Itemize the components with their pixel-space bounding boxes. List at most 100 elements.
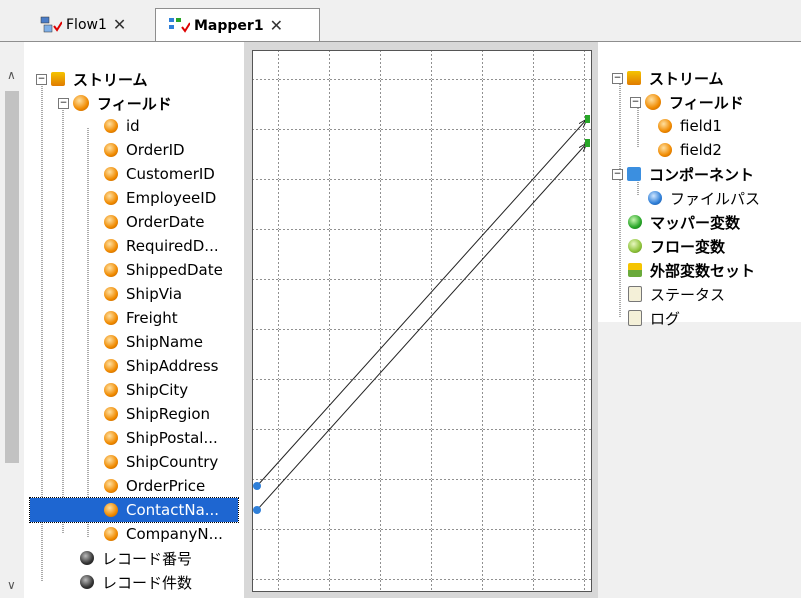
tree-node-label: RequiredD... bbox=[126, 237, 219, 255]
tree-node-fields[interactable]: − フィールド bbox=[58, 91, 172, 115]
tree-node-field[interactable]: ShippedDate bbox=[104, 258, 223, 282]
field-icon bbox=[104, 287, 118, 301]
tab-mapper1[interactable]: Mapper1 ✕ bbox=[155, 8, 320, 42]
tree-node-field[interactable]: ContactNa... bbox=[29, 497, 239, 523]
tree-node-field[interactable]: OrderPrice bbox=[104, 474, 205, 498]
tree-node-field[interactable]: ShipPostal... bbox=[104, 426, 218, 450]
tree-node-label: OrderDate bbox=[126, 213, 205, 231]
tree-node-external-variable-set[interactable]: 外部変数セット bbox=[628, 258, 755, 282]
record-number-icon bbox=[80, 551, 94, 565]
field-icon bbox=[104, 143, 118, 157]
tree-node-field[interactable]: ShipCountry bbox=[104, 450, 218, 474]
tree-node-label: レコード件数 bbox=[102, 573, 193, 592]
mapping-canvas bbox=[244, 42, 598, 598]
right-pane-empty-area bbox=[598, 322, 801, 598]
tree-node-field[interactable]: Freight bbox=[104, 306, 178, 330]
record-count-icon bbox=[80, 575, 94, 589]
field-icon bbox=[658, 119, 672, 133]
external-variable-set-icon bbox=[628, 263, 642, 277]
fields-icon bbox=[645, 94, 661, 110]
tree-node-status[interactable]: ステータス bbox=[628, 282, 725, 306]
close-icon[interactable]: ✕ bbox=[113, 15, 126, 34]
field-icon bbox=[104, 215, 118, 229]
puzzle-icon bbox=[627, 167, 641, 181]
source-port bbox=[253, 506, 261, 514]
file-path-icon bbox=[648, 191, 662, 205]
tree-node-label: ストリーム bbox=[73, 70, 148, 89]
tree-node-field[interactable]: OrderID bbox=[104, 138, 185, 162]
mapping-grid[interactable] bbox=[252, 50, 592, 592]
tree-node-stream[interactable]: − ストリーム bbox=[612, 66, 724, 90]
collapse-icon[interactable]: − bbox=[36, 73, 47, 85]
collapse-icon[interactable]: − bbox=[612, 72, 623, 84]
tree-node-field[interactable]: ShipCity bbox=[104, 378, 188, 402]
stream-icon bbox=[627, 71, 641, 85]
collapse-icon[interactable]: − bbox=[612, 168, 623, 180]
tree-node-field[interactable]: CompanyN... bbox=[104, 522, 223, 546]
tree-node-label: CustomerID bbox=[126, 165, 215, 183]
tab-bar: Flow1 ✕ Mapper1 ✕ bbox=[0, 0, 801, 42]
tree-node-label: id bbox=[126, 117, 140, 135]
tree-node-label: レコード番号 bbox=[102, 549, 193, 568]
tree-node-field[interactable]: OrderDate bbox=[104, 210, 204, 234]
tree-node-field[interactable]: ShipName bbox=[104, 330, 203, 354]
log-icon bbox=[628, 310, 642, 326]
tree-node-label: ShipCountry bbox=[126, 453, 219, 471]
field-icon bbox=[104, 479, 118, 493]
tree-node-label: ShipAddress bbox=[126, 357, 219, 375]
tree-node-field1[interactable]: field1 bbox=[658, 114, 722, 138]
tree-node-label: ログ bbox=[650, 309, 681, 328]
tree-node-file-path[interactable]: ファイルパス bbox=[648, 186, 760, 210]
tree-node-label: フロー変数 bbox=[650, 237, 726, 256]
target-port bbox=[585, 115, 590, 123]
tree-node-label: ShipPostal... bbox=[126, 429, 218, 447]
tree-node-label: OrderPrice bbox=[126, 477, 206, 495]
target-tree-pane: − ストリーム − フィールド field1 field2 − コンポーネント … bbox=[598, 42, 801, 598]
close-icon[interactable]: ✕ bbox=[270, 16, 283, 35]
collapse-icon[interactable]: − bbox=[630, 96, 641, 108]
tree-node-label: フィールド bbox=[669, 93, 744, 112]
tree-node-label: フィールド bbox=[97, 94, 172, 113]
tree-node-label: ShipRegion bbox=[126, 405, 211, 423]
tab-flow1[interactable]: Flow1 ✕ bbox=[30, 8, 156, 41]
tree-node-fields[interactable]: − フィールド bbox=[630, 90, 744, 114]
tree-node-flow-variable[interactable]: フロー変数 bbox=[628, 234, 725, 258]
field-icon bbox=[658, 143, 672, 157]
tree-node-label: ShipName bbox=[126, 333, 203, 351]
tab-flow1-label: Flow1 bbox=[66, 16, 107, 33]
tree-node-field[interactable]: ShipVia bbox=[104, 282, 182, 306]
field-icon bbox=[104, 383, 118, 397]
tree-node-record-count[interactable]: レコード件数 bbox=[80, 570, 192, 594]
tab-mapper1-label: Mapper1 bbox=[194, 17, 264, 34]
tree-node-field[interactable]: ShipAddress bbox=[104, 354, 218, 378]
tree-node-log[interactable]: ログ bbox=[628, 306, 680, 330]
tree-node-label: ShipCity bbox=[126, 381, 189, 399]
tree-node-label: 外部変数セット bbox=[650, 261, 756, 280]
tree-node-stream[interactable]: − ストリーム bbox=[36, 67, 148, 91]
tree-node-field2[interactable]: field2 bbox=[658, 138, 722, 162]
tree-node-field[interactable]: id bbox=[104, 114, 140, 138]
tree-node-label: OrderID bbox=[126, 141, 185, 159]
tree-node-field[interactable]: EmployeeID bbox=[104, 186, 216, 210]
tree-node-label: マッパー変数 bbox=[650, 213, 741, 232]
field-icon bbox=[104, 527, 118, 541]
tree-node-field[interactable]: ShipRegion bbox=[104, 402, 210, 426]
tree-node-label: ステータス bbox=[650, 285, 726, 304]
tree-node-field[interactable]: RequiredD... bbox=[104, 234, 219, 258]
flow-variable-icon bbox=[628, 239, 642, 253]
tree-node-mapper-variable[interactable]: マッパー変数 bbox=[628, 210, 740, 234]
field-icon bbox=[104, 335, 118, 349]
tree-node-label: CompanyN... bbox=[126, 525, 223, 543]
field-icon bbox=[104, 263, 118, 277]
field-icon bbox=[104, 167, 118, 181]
tree-node-label: ShippedDate bbox=[126, 261, 223, 279]
tree-node-label: ShipVia bbox=[126, 285, 183, 303]
field-icon bbox=[104, 191, 118, 205]
mapper-variable-icon bbox=[628, 215, 642, 229]
tree-node-record-number[interactable]: レコード番号 bbox=[80, 546, 192, 570]
mapping-grid-svg bbox=[253, 51, 591, 591]
tree-node-component[interactable]: − コンポーネント bbox=[612, 162, 754, 186]
fields-icon bbox=[73, 95, 89, 111]
tree-node-field[interactable]: CustomerID bbox=[104, 162, 215, 186]
collapse-icon[interactable]: − bbox=[58, 97, 69, 109]
